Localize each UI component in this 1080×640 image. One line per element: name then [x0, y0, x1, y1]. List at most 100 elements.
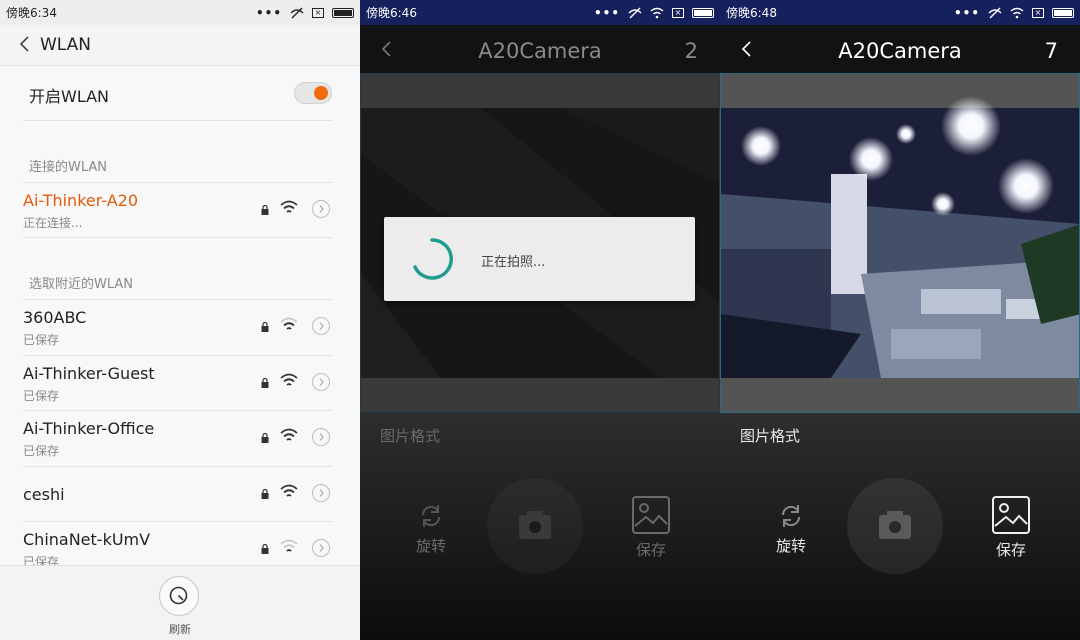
- camera-icon: [879, 511, 911, 539]
- network-detail-chevron-icon[interactable]: [312, 484, 330, 502]
- network-item[interactable]: Ai-Thinker-Office 已保存: [0, 411, 360, 466]
- save-button[interactable]: 保存: [625, 495, 677, 560]
- camera-captured-screen: 傍晚6:48 ••• × A20Camera 7 图片格式 旋转 保存: [720, 0, 1080, 640]
- image-save-icon: [632, 496, 670, 534]
- no-signal-icon: [290, 7, 304, 18]
- status-bar: 傍晚6:46 ••• ×: [360, 0, 720, 25]
- status-bar: 傍晚6:34 ••• ×: [0, 0, 360, 25]
- battery-icon: [1052, 7, 1074, 18]
- network-ssid: ChinaNet-kUmV: [23, 530, 151, 549]
- sim-icon: ×: [1032, 7, 1044, 18]
- network-ssid: Ai-Thinker-Guest: [23, 364, 155, 383]
- refresh-label: 刷新: [169, 623, 191, 636]
- lock-icon: [261, 489, 269, 499]
- status-time: 傍晚6:34: [6, 6, 57, 20]
- camera-icon: [519, 511, 551, 539]
- photo-count: 7: [1044, 39, 1058, 63]
- divider: [23, 120, 332, 121]
- network-detail-chevron-icon[interactable]: [312, 200, 330, 218]
- network-status: 正在连接...: [23, 216, 83, 230]
- more-dots-icon: •••: [255, 5, 282, 20]
- camera-capturing-screen: 傍晚6:46 ••• × A20Camera 2 正在拍照... 图片格式 旋转…: [360, 0, 720, 640]
- wifi-signal-icon: [280, 373, 298, 386]
- toggle-knob: [314, 86, 328, 100]
- save-button[interactable]: 保存: [985, 495, 1037, 560]
- network-detail-chevron-icon[interactable]: [312, 317, 330, 335]
- lock-icon: [261, 378, 269, 388]
- network-detail-chevron-icon[interactable]: [312, 539, 330, 557]
- rotate-button[interactable]: 旋转: [405, 501, 457, 556]
- lock-icon: [261, 433, 269, 443]
- save-label: 保存: [995, 541, 1026, 559]
- network-item[interactable]: Ai-Thinker-Guest 已保存: [0, 356, 360, 411]
- wlan-toggle-row: 开启WLAN: [0, 66, 360, 121]
- sim-icon: ×: [312, 7, 324, 18]
- rotate-label: 旋转: [415, 537, 446, 555]
- bottom-bar: 刷新: [0, 565, 360, 640]
- shutter-button[interactable]: [847, 478, 943, 574]
- no-signal-icon: [988, 7, 1002, 18]
- nav-bar: A20Camera 7: [720, 25, 1080, 73]
- no-signal-icon: [628, 7, 642, 18]
- network-status: 已保存: [23, 333, 60, 347]
- wifi-signal-icon: [280, 484, 298, 497]
- image-save-icon: [992, 496, 1030, 534]
- network-detail-chevron-icon[interactable]: [312, 373, 330, 391]
- network-status: 已保存: [23, 444, 60, 458]
- network-item[interactable]: 360ABC 已保存: [0, 300, 360, 355]
- control-area: 图片格式 旋转 保存: [360, 413, 720, 640]
- network-ssid: 360ABC: [23, 308, 87, 327]
- battery-icon: [692, 7, 714, 18]
- network-status: 已保存: [23, 389, 60, 403]
- wifi-signal-icon: [280, 539, 298, 552]
- save-label: 保存: [635, 541, 666, 559]
- status-time: 傍晚6:48: [726, 6, 777, 20]
- captured-photo: [721, 74, 1079, 412]
- network-item[interactable]: ceshi: [0, 467, 360, 522]
- network-ssid: Ai-Thinker-Office: [23, 419, 155, 438]
- camera-preview: [720, 73, 1080, 413]
- network-item-connected[interactable]: Ai-Thinker-A20 正在连接...: [0, 183, 360, 238]
- progress-dialog: 正在拍照...: [384, 217, 695, 301]
- page-title: WLAN: [40, 35, 92, 55]
- app-title: A20Camera: [478, 39, 602, 63]
- divider: [23, 237, 332, 238]
- wlan-toggle-label: 开启WLAN: [29, 87, 110, 106]
- progress-message: 正在拍照...: [481, 255, 546, 270]
- rotate-label: 旋转: [775, 537, 806, 555]
- wifi-status-icon: [650, 7, 664, 18]
- wlan-settings-screen: 傍晚6:34 ••• × WLAN 开启WLAN 连接的WLAN Ai-Thin…: [0, 0, 360, 640]
- image-format-label[interactable]: 图片格式: [740, 425, 800, 446]
- back-arrow-icon[interactable]: [16, 35, 34, 53]
- lock-icon: [261, 322, 269, 332]
- battery-icon: [332, 7, 354, 18]
- nav-bar: A20Camera 2: [360, 25, 720, 73]
- nav-bar: WLAN: [0, 25, 360, 66]
- image-format-label[interactable]: 图片格式: [380, 425, 440, 446]
- lock-icon: [261, 205, 269, 215]
- nearby-section-header: 选取附近的WLAN: [29, 277, 134, 292]
- wifi-signal-icon: [280, 317, 298, 330]
- photo-count: 2: [684, 39, 698, 63]
- status-time: 傍晚6:46: [366, 6, 417, 20]
- wifi-signal-icon: [280, 200, 298, 213]
- wlan-toggle-switch[interactable]: [294, 82, 332, 104]
- more-dots-icon: •••: [593, 5, 620, 20]
- control-area: 图片格式 旋转 保存: [720, 413, 1080, 640]
- more-dots-icon: •••: [953, 5, 980, 20]
- connected-section-header: 连接的WLAN: [29, 160, 108, 175]
- refresh-button[interactable]: [159, 576, 199, 616]
- rotate-button[interactable]: 旋转: [765, 501, 817, 556]
- rotate-icon: [781, 505, 801, 527]
- status-bar: 傍晚6:48 ••• ×: [720, 0, 1080, 25]
- network-ssid: ceshi: [23, 485, 65, 504]
- rotate-icon: [421, 505, 441, 527]
- network-detail-chevron-icon[interactable]: [312, 428, 330, 446]
- network-ssid: Ai-Thinker-A20: [23, 191, 139, 210]
- loading-spinner-icon: [413, 238, 453, 280]
- shutter-button[interactable]: [487, 478, 583, 574]
- lock-icon: [261, 544, 269, 554]
- wifi-status-icon: [1010, 7, 1024, 18]
- wifi-signal-icon: [280, 428, 298, 441]
- app-title: A20Camera: [838, 39, 962, 63]
